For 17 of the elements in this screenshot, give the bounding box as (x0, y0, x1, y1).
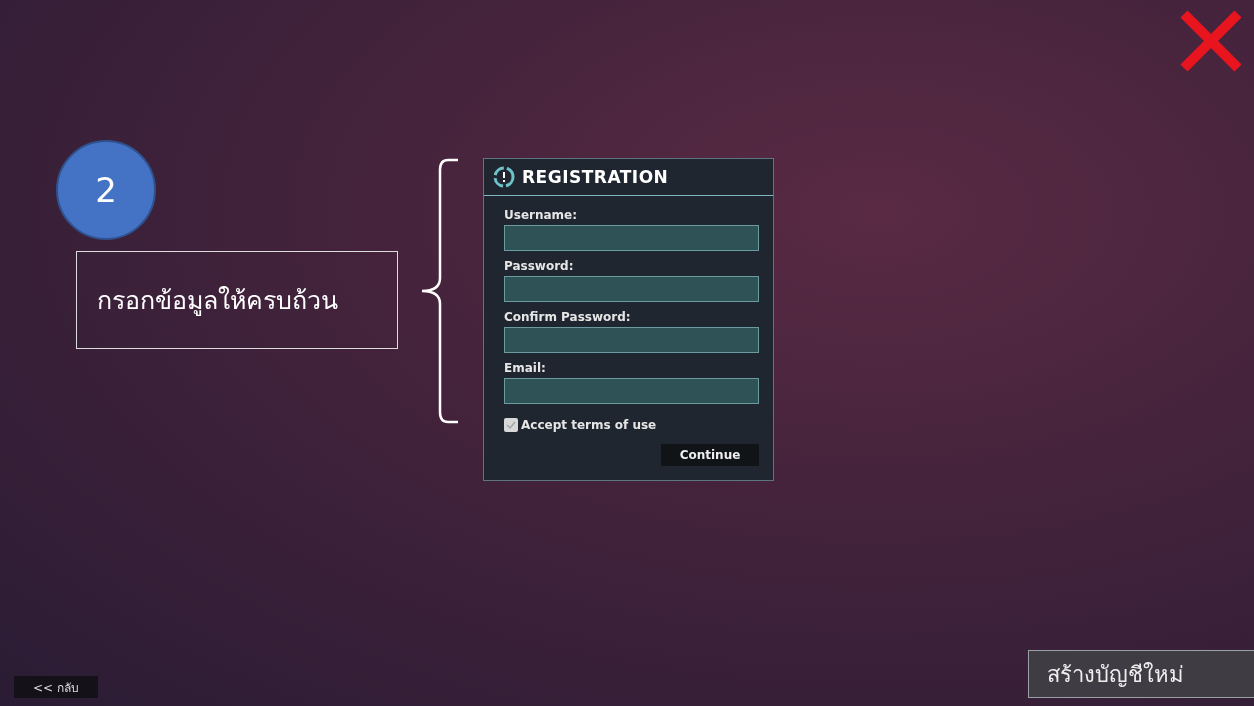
input-field[interactable] (504, 327, 759, 353)
field-label: Email: (504, 361, 547, 375)
input-field[interactable] (504, 378, 759, 404)
step-caption: กรอกข้อมูลให้ครบถ้วน (76, 251, 398, 349)
continue-button[interactable]: Continue (661, 444, 759, 466)
step-number: 2 (56, 140, 156, 240)
info-icon (492, 165, 516, 189)
input-field[interactable] (504, 225, 759, 251)
field-label: Password: (504, 259, 575, 273)
input-field[interactable] (504, 276, 759, 302)
back-button[interactable]: << กลับ (14, 676, 98, 698)
field-label: Confirm Password: (504, 310, 632, 324)
create-account-button[interactable]: สร้างบัญชีใหม่ (1028, 650, 1254, 698)
checkbox-label: Accept terms of use (521, 418, 657, 432)
checkbox[interactable] (504, 418, 518, 432)
panel-title: REGISTRATION (522, 167, 669, 187)
field-label: Username: (504, 208, 579, 222)
